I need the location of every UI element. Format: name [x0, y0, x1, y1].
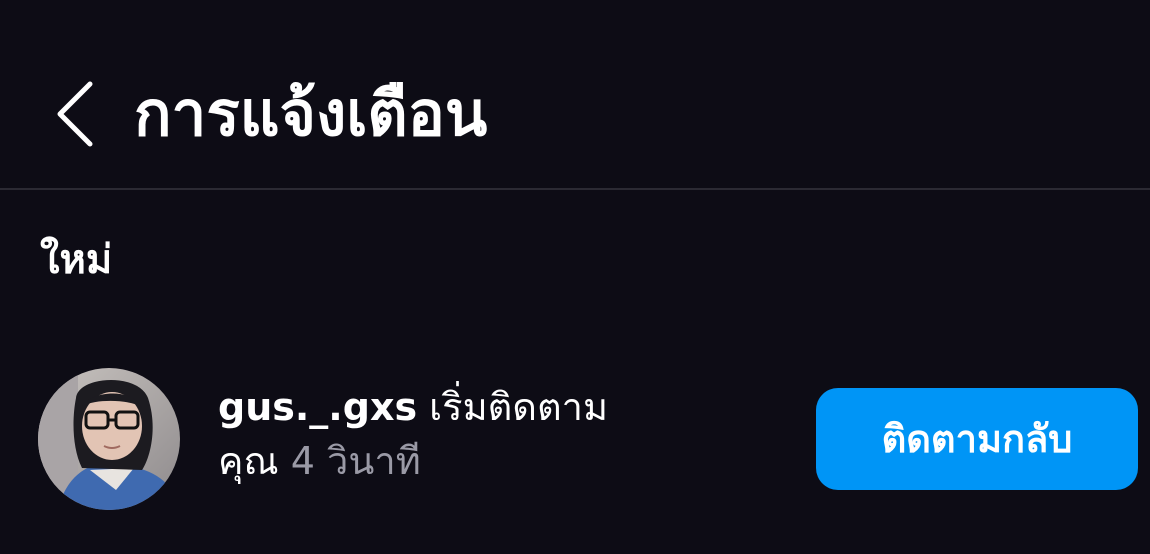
target-text: คุณ — [218, 439, 279, 483]
avatar[interactable] — [38, 368, 180, 510]
page-title: การแจ้งเตือน — [134, 77, 488, 150]
user-avatar — [38, 368, 180, 510]
notification-line-1: gus._.gxs เริ่มติดตาม — [218, 380, 738, 434]
notification-text: gus._.gxs เริ่มติดตาม คุณ 4 วินาที — [218, 380, 738, 488]
notification-line-2: คุณ 4 วินาที — [218, 434, 738, 488]
follow-back-button[interactable]: ติดตามกลับ — [816, 388, 1138, 490]
back-button[interactable] — [46, 78, 106, 150]
action-text: เริ่มติดตาม — [429, 385, 609, 429]
timestamp: 4 วินาที — [290, 439, 421, 483]
chevron-left-icon — [57, 81, 93, 147]
section-label-new: ใหม่ — [40, 237, 113, 283]
header-bar: การแจ้งเตือน — [0, 0, 1150, 190]
username-link[interactable]: gus._.gxs — [218, 385, 417, 429]
notification-item[interactable]: gus._.gxs เริ่มติดตาม คุณ 4 วินาที ติดตา… — [0, 360, 1150, 520]
